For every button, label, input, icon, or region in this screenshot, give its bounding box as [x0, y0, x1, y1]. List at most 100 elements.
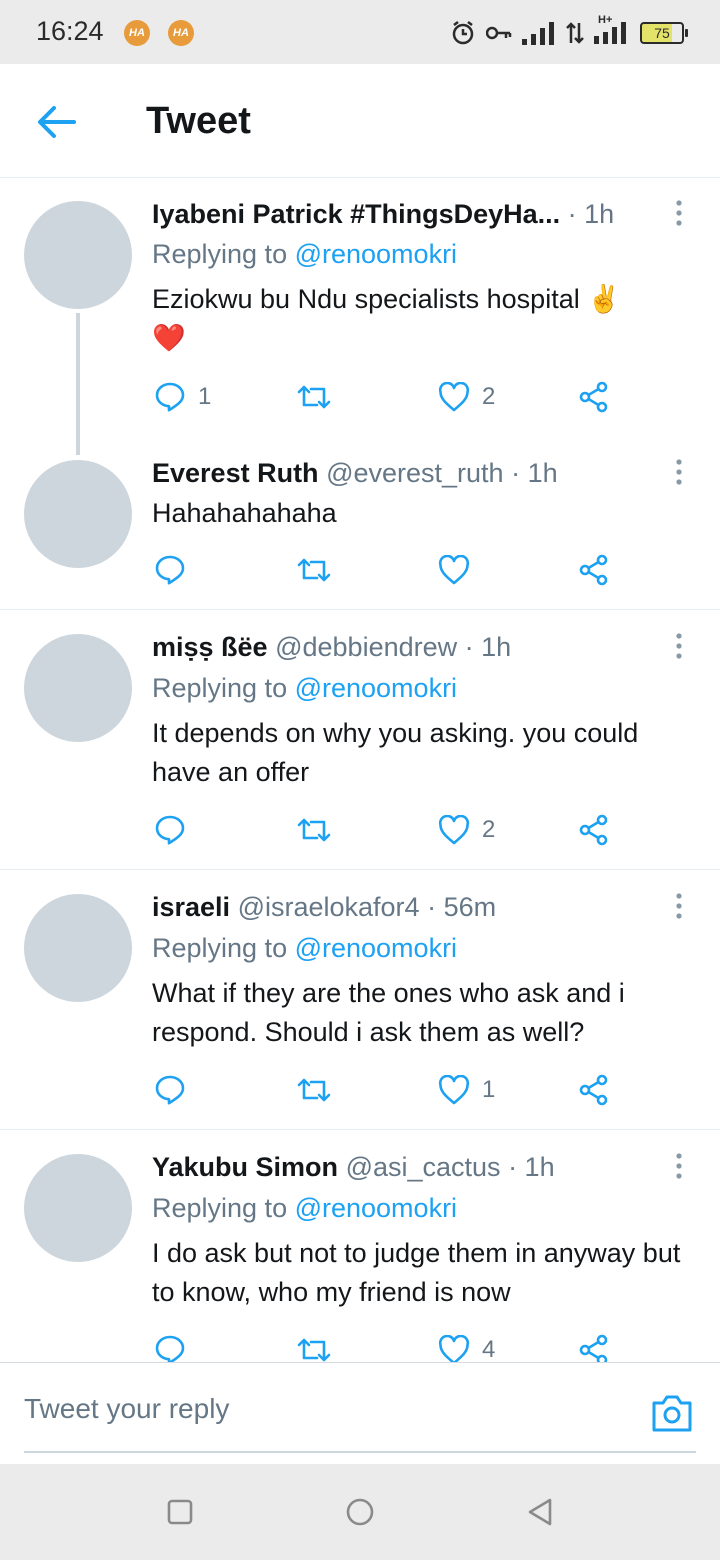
- share-icon: [579, 1334, 608, 1362]
- tweet-author-name[interactable]: miṣṣ ßëe: [152, 632, 268, 662]
- reply-count: 1: [198, 383, 212, 410]
- like-count: 4: [482, 1336, 496, 1362]
- like-button[interactable]: 4: [438, 1332, 495, 1362]
- more-vertical-icon[interactable]: [672, 199, 686, 227]
- data-transfer-icon: [566, 22, 584, 44]
- retweet-button[interactable]: [296, 379, 344, 415]
- mention-link[interactable]: @renoomokri: [295, 239, 457, 269]
- tweet-header: miṣṣ ßëe @debbiendrew · 1h: [152, 632, 650, 663]
- tweet-header: Everest Ruth @everest_ruth · 1h: [152, 458, 650, 489]
- camera-icon[interactable]: [650, 1393, 694, 1433]
- tweet-item[interactable]: miṣṣ ßëe @debbiendrew · 1h Replying to @…: [0, 610, 720, 869]
- reply-bubble-icon: [155, 1335, 185, 1362]
- tweet-header: Iyabeni Patrick #ThingsDeyHa... · 1h: [152, 199, 650, 230]
- tweet-item[interactable]: Yakubu Simon @asi_cactus · 1h Replying t…: [0, 1130, 720, 1362]
- tweet-author-name[interactable]: Iyabeni Patrick #ThingsDeyHa...: [152, 199, 560, 229]
- share-icon: [579, 1074, 608, 1106]
- like-count: 2: [482, 816, 496, 843]
- retweet-icon: [297, 818, 331, 842]
- heart-icon: [438, 555, 470, 585]
- retweet-button[interactable]: [296, 812, 344, 848]
- heart-icon: [438, 1075, 470, 1105]
- share-button[interactable]: [578, 812, 610, 848]
- tweet-author-name[interactable]: Everest Ruth: [152, 458, 319, 488]
- back-nav-icon[interactable]: [524, 1496, 556, 1528]
- share-button[interactable]: [578, 379, 610, 415]
- retweet-button[interactable]: [296, 1072, 344, 1108]
- tweet-handle: @everest_ruth: [326, 458, 504, 488]
- tweet-time: · 1h: [567, 199, 615, 229]
- retweet-icon: [297, 385, 331, 409]
- share-button[interactable]: [578, 1332, 610, 1362]
- share-button[interactable]: [578, 1072, 610, 1108]
- heart-icon: [438, 1335, 470, 1362]
- replying-to: Replying to @renoomokri: [152, 933, 457, 964]
- retweet-icon: [297, 1078, 331, 1102]
- retweet-icon: [297, 558, 331, 582]
- status-time: 16:24: [36, 16, 104, 46]
- more-vertical-icon[interactable]: [672, 458, 686, 486]
- reply-bubble-icon: [155, 815, 185, 845]
- mention-link[interactable]: @renoomokri: [295, 1193, 457, 1223]
- recent-apps-icon[interactable]: [164, 1496, 196, 1528]
- mention-link[interactable]: @renoomokri: [295, 673, 457, 703]
- home-icon[interactable]: [344, 1496, 376, 1528]
- replying-label: Replying to: [152, 1193, 295, 1223]
- tweet-handle: @debbiendrew: [275, 632, 458, 662]
- replying-to: Replying to @renoomokri: [152, 673, 457, 704]
- tweet-header: Yakubu Simon @asi_cactus · 1h: [152, 1152, 650, 1183]
- mention-link[interactable]: @renoomokri: [295, 933, 457, 963]
- tweet-handle: @israelokafor4: [237, 892, 420, 922]
- system-nav-bar: [0, 1464, 720, 1560]
- tweet-text: Eziokwu bu Ndu specialists hospital ✌️ ❤…: [152, 284, 621, 353]
- avatar[interactable]: [24, 460, 132, 568]
- reply-button[interactable]: [154, 552, 198, 588]
- reply-button[interactable]: [154, 1332, 198, 1362]
- tweet-time: · 1h: [511, 458, 558, 488]
- thread-connector: [76, 313, 80, 455]
- tweet-text: What if they are the ones who ask and i …: [152, 978, 625, 1047]
- alarm-icon: [452, 21, 474, 45]
- replying-label: Replying to: [152, 239, 295, 269]
- input-underline: [24, 1451, 696, 1453]
- like-count: 1: [482, 1076, 496, 1103]
- reply-button[interactable]: [154, 812, 198, 848]
- reply-composer: [0, 1362, 720, 1464]
- more-vertical-icon[interactable]: [672, 892, 686, 920]
- reply-button[interactable]: [154, 1072, 198, 1108]
- reply-button[interactable]: 1: [154, 379, 211, 415]
- tweet-item[interactable]: Iyabeni Patrick #ThingsDeyHa... · 1h Rep…: [0, 179, 720, 455]
- avatar[interactable]: [24, 201, 132, 309]
- share-button[interactable]: [578, 552, 610, 588]
- more-vertical-icon[interactable]: [672, 632, 686, 660]
- like-button[interactable]: [438, 552, 482, 588]
- reply-bubble-icon: [155, 1075, 185, 1105]
- avatar[interactable]: [24, 894, 132, 1002]
- tweet-time: · 1h: [508, 1152, 555, 1182]
- more-vertical-icon[interactable]: [672, 1152, 686, 1180]
- reply-input[interactable]: [24, 1393, 604, 1425]
- tweet-item[interactable]: israeli @israelokafor4 · 56m Replying to…: [0, 870, 720, 1129]
- tweet-text: Hahahahahaha: [152, 498, 337, 528]
- retweet-button[interactable]: [296, 552, 344, 588]
- like-button[interactable]: 2: [438, 379, 495, 415]
- reply-bubble-icon: [155, 382, 185, 412]
- avatar[interactable]: [24, 634, 132, 742]
- status-bar: 16:24 HA HA H+ 75: [0, 0, 720, 64]
- back-arrow-icon[interactable]: [36, 104, 76, 140]
- tweet-time: · 1h: [464, 632, 512, 662]
- app-header: Tweet: [0, 64, 720, 178]
- replying-label: Replying to: [152, 673, 295, 703]
- retweet-button[interactable]: [296, 1332, 344, 1362]
- heart-icon: [438, 382, 470, 412]
- tweet-text: It depends on why you asking. you could …: [152, 718, 639, 787]
- page-title: Tweet: [146, 100, 251, 142]
- tweet-author-name[interactable]: Yakubu Simon: [152, 1152, 338, 1182]
- like-button[interactable]: 2: [438, 812, 495, 848]
- like-button[interactable]: 1: [438, 1072, 495, 1108]
- tweet-author-name[interactable]: israeli: [152, 892, 230, 922]
- notification-badge-icon: HA: [124, 20, 150, 46]
- tweet-item[interactable]: Everest Ruth @everest_ruth · 1h Hahahaha…: [0, 450, 720, 609]
- avatar[interactable]: [24, 1154, 132, 1262]
- like-count: 2: [482, 383, 496, 410]
